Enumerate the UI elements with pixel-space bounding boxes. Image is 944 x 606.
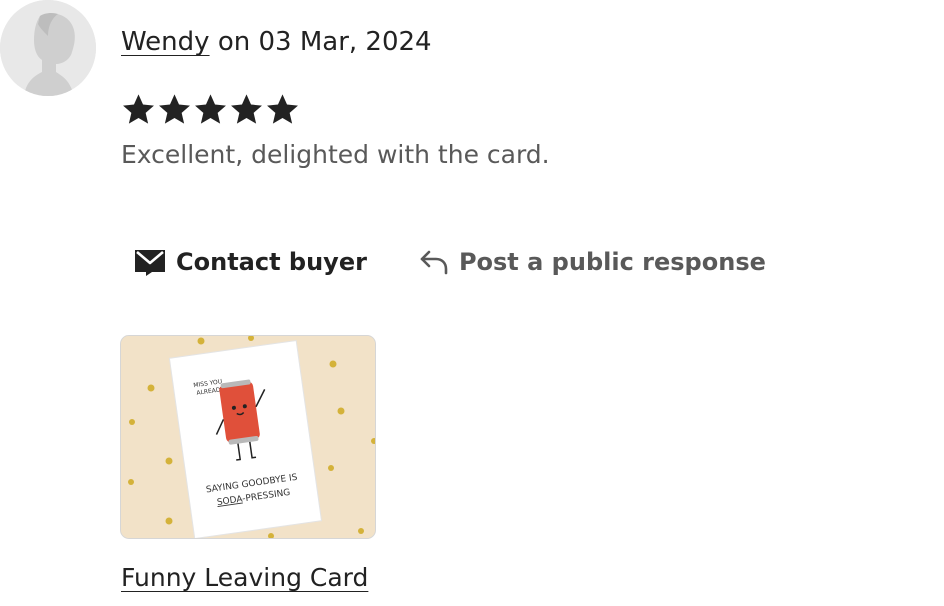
star-icon — [157, 92, 192, 127]
contact-buyer-label: Contact buyer — [176, 248, 367, 276]
star-icon — [193, 92, 228, 127]
review-header: Wendy on 03 Mar, 2024 — [121, 24, 432, 60]
review-actions: Contact buyer Post a public response — [134, 242, 766, 282]
review-date: 03 Mar, 2024 — [258, 27, 432, 57]
reviewer-name-link[interactable]: Wendy — [121, 27, 210, 57]
star-rating — [121, 92, 300, 127]
envelope-icon — [135, 250, 165, 276]
listing-thumbnail[interactable]: MISS YOU ALREADY SAYING GOODBYE IS SODA-… — [120, 335, 376, 539]
post-public-response-label: Post a public response — [458, 248, 766, 276]
greeting-card: MISS YOU ALREADY SAYING GOODBYE IS SODA-… — [168, 339, 323, 538]
star-icon — [121, 92, 156, 127]
post-public-response-button[interactable]: Post a public response — [419, 242, 766, 282]
reply-arrow-icon — [420, 250, 448, 275]
star-icon — [229, 92, 264, 127]
user-silhouette-icon — [0, 0, 96, 96]
contact-buyer-button[interactable]: Contact buyer — [134, 242, 367, 282]
listing-title-link[interactable]: Funny Leaving Card — [121, 560, 368, 596]
reviewer-avatar — [0, 0, 96, 96]
review-text: Excellent, delighted with the card. — [121, 140, 550, 169]
date-prefix: on — [209, 27, 259, 57]
listing-image: MISS YOU ALREADY SAYING GOODBYE IS SODA-… — [121, 336, 375, 538]
star-icon — [265, 92, 300, 127]
